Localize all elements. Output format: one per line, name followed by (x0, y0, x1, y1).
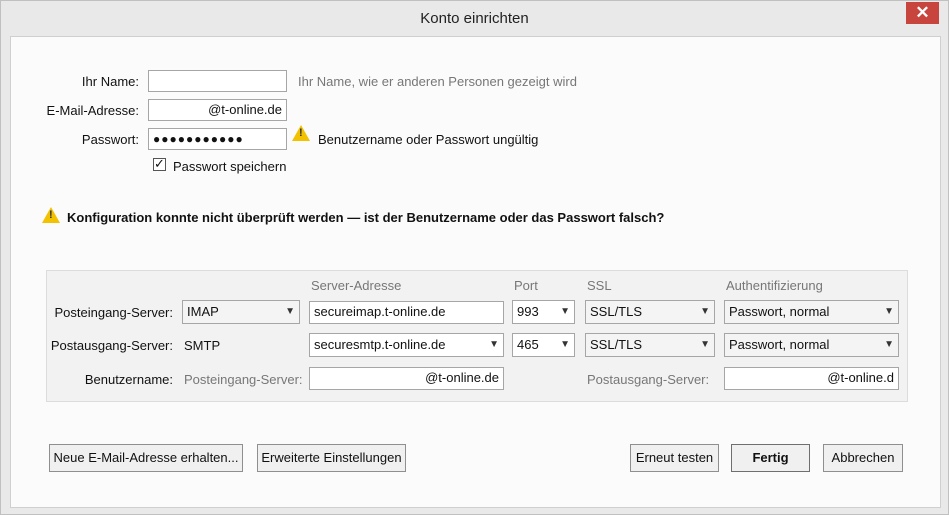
chevron-down-icon: ▼ (700, 339, 710, 350)
outgoing-address-select[interactable]: securesmtp.t-online.de ▼ (309, 333, 504, 357)
remember-password-label: Passwort speichern (173, 159, 287, 174)
close-button[interactable]: ✕ (906, 2, 939, 24)
warning-triangle-icon: ! (292, 125, 310, 141)
password-error-text: Benutzername oder Passwort ungültig (318, 132, 539, 147)
name-hint: Ihr Name, wie er anderen Personen gezeig… (298, 74, 577, 89)
incoming-type-select[interactable]: IMAP ▼ (182, 300, 300, 324)
username-label: Benutzername: (84, 372, 173, 387)
title-bar: Konto einrichten ✕ (1, 1, 948, 36)
done-button[interactable]: Fertig (731, 444, 810, 472)
password-input[interactable]: ●●●●●●●●●●● (148, 128, 287, 150)
header-ssl: SSL (587, 278, 612, 293)
username-outgoing-input[interactable]: @t-online.d (724, 367, 899, 390)
warning-triangle-icon: ! (42, 207, 60, 223)
incoming-server-label: Posteingang-Server: (54, 305, 173, 320)
incoming-ssl-select[interactable]: SSL/TLS ▼ (585, 300, 715, 324)
window-title: Konto einrichten (420, 10, 529, 27)
close-icon: ✕ (915, 3, 930, 22)
new-email-button[interactable]: Neue E-Mail-Adresse erhalten... (49, 444, 243, 472)
password-label: Passwort: (81, 132, 139, 147)
header-auth: Authentifizierung (726, 278, 823, 293)
incoming-auth-select[interactable]: Passwort, normal ▼ (724, 300, 899, 324)
outgoing-auth-select[interactable]: Passwort, normal ▼ (724, 333, 899, 357)
chevron-down-icon: ▼ (884, 306, 894, 317)
dialog-content: Ihr Name: Ihr Name, wie er anderen Perso… (10, 36, 941, 508)
name-input[interactable] (148, 70, 287, 92)
remember-password-checkbox[interactable]: ✓ (153, 156, 166, 171)
dialog-window: Konto einrichten ✕ Ihr Name: Ihr Name, w… (0, 0, 949, 515)
email-label: E-Mail-Adresse: (46, 103, 139, 118)
incoming-port-select[interactable]: 993 ▼ (512, 300, 575, 324)
outgoing-server-label: Postausgang-Server: (50, 338, 173, 353)
email-input[interactable]: @t-online.de (148, 99, 287, 121)
retest-button[interactable]: Erneut testen (630, 444, 719, 472)
username-outgoing-label: Postausgang-Server: (587, 372, 710, 387)
cancel-button[interactable]: Abbrechen (823, 444, 903, 472)
username-incoming-label: Posteingang-Server: (184, 372, 303, 387)
config-warning-text: Konfiguration konnte nicht überprüft wer… (67, 210, 665, 225)
chevron-down-icon: ▼ (884, 339, 894, 350)
name-label: Ihr Name: (81, 74, 139, 89)
chevron-down-icon: ▼ (700, 306, 710, 317)
incoming-address-input[interactable]: secureimap.t-online.de (309, 301, 504, 324)
outgoing-ssl-select[interactable]: SSL/TLS ▼ (585, 333, 715, 357)
chevron-down-icon: ▼ (560, 306, 570, 317)
header-server-address: Server-Adresse (311, 278, 402, 293)
checkmark-icon: ✓ (154, 156, 165, 171)
header-port: Port (514, 278, 538, 293)
server-settings-group: Server-Adresse Port SSL Authentifizierun… (46, 270, 908, 402)
chevron-down-icon: ▼ (560, 339, 570, 350)
username-incoming-input[interactable]: @t-online.de (309, 367, 504, 390)
advanced-settings-button[interactable]: Erweiterte Einstellungen (257, 444, 406, 472)
outgoing-type-text: SMTP (184, 338, 221, 353)
chevron-down-icon: ▼ (285, 306, 295, 317)
outgoing-port-select[interactable]: 465 ▼ (512, 333, 575, 357)
chevron-down-icon: ▼ (489, 339, 499, 350)
